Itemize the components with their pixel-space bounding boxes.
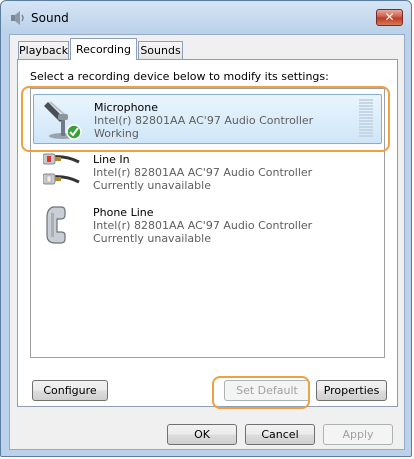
window-title: Sound [31,11,69,25]
device-name: Microphone [94,101,159,114]
set-default-button[interactable]: Set Default [224,380,310,401]
tab-recording-label: Recording [75,43,132,56]
close-icon: ✕ [384,10,395,24]
device-item-microphone[interactable]: Microphone Intel(r) 82801AA AC'97 Audio … [33,94,382,144]
cancel-button[interactable]: Cancel [245,424,315,445]
dialog-client-area: Playback Recording Sounds Select a recor… [9,34,405,450]
sound-dialog: Sound ✕ Playback Recording Sounds Select… [0,0,412,457]
recording-device-list[interactable]: Microphone Intel(r) 82801AA AC'97 Audio … [30,88,385,358]
device-description: Intel(r) 82801AA AC'97 Audio Controller [93,219,313,232]
device-item-phone-line[interactable]: Phone Line Intel(r) 82801AA AC'97 Audio … [33,200,382,250]
recording-tab-panel: Select a recording device below to modif… [17,59,398,407]
apply-button[interactable]: Apply [323,424,393,445]
properties-button[interactable]: Properties [316,380,387,401]
speaker-icon [11,11,24,25]
device-name: Phone Line [93,206,154,219]
configure-button[interactable]: Configure [32,380,108,401]
level-meter [359,99,373,141]
device-status: Working [94,127,139,140]
tab-playback[interactable]: Playback [18,41,69,60]
tab-recording[interactable]: Recording [70,38,137,60]
device-status: Currently unavailable [93,232,211,245]
microphone-icon [44,101,82,140]
device-description: Intel(r) 82801AA AC'97 Audio Controller [93,166,313,179]
device-description: Intel(r) 82801AA AC'97 Audio Controller [94,114,314,127]
device-name: Line In [93,153,130,166]
instruction-text: Select a recording device below to modif… [30,70,329,83]
tab-playback-label: Playback [19,44,69,57]
device-status: Currently unavailable [93,179,211,192]
ok-button[interactable]: OK [167,424,237,445]
tab-sounds[interactable]: Sounds [138,41,183,60]
line-in-cable-icon [43,153,80,185]
tab-sounds-label: Sounds [140,44,181,57]
title-bar[interactable]: Sound ✕ [1,1,411,33]
device-item-line-in[interactable]: Line In Intel(r) 82801AA AC'97 Audio Con… [33,147,382,197]
close-button[interactable]: ✕ [376,9,403,26]
telephone-icon [46,206,66,244]
